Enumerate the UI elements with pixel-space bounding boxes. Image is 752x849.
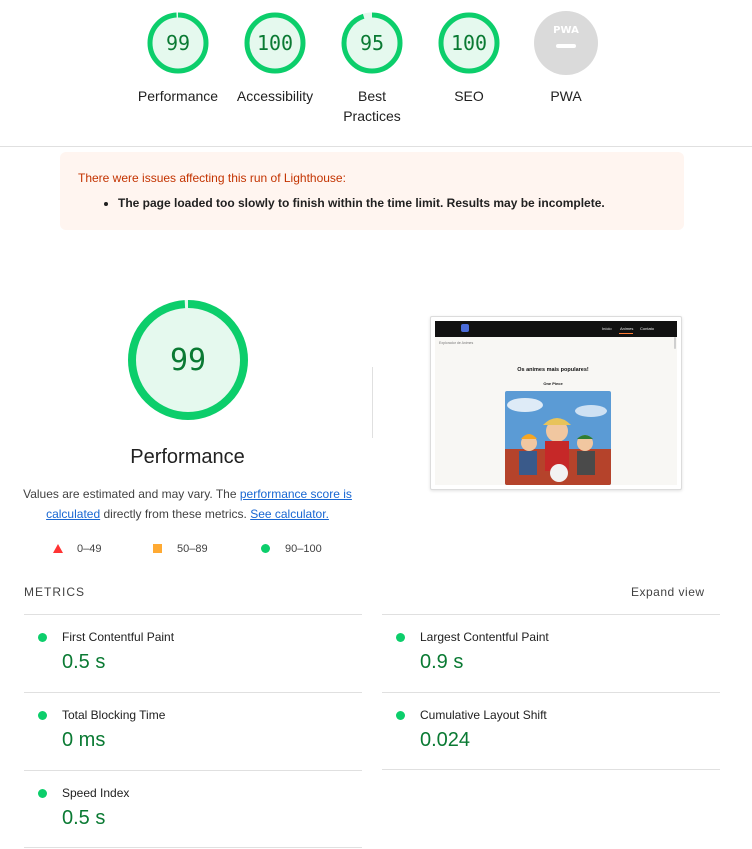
gauge-label: Accessibility xyxy=(236,88,314,104)
metric-lcp: Largest Contentful Paint 0.9 s xyxy=(382,614,720,692)
section-divider xyxy=(0,146,752,147)
metric-divider xyxy=(24,847,362,848)
metric-title: Largest Contentful Paint xyxy=(420,630,549,644)
gauge-label: Best Practices xyxy=(343,88,401,124)
gauge-ring: 100 xyxy=(244,12,306,74)
gauge-seo[interactable]: 100 SEO xyxy=(419,10,519,106)
thumb-nav-link: Contato xyxy=(640,326,655,331)
metric-cls: Cumulative Layout Shift 0.024 xyxy=(382,692,720,770)
gauge-label: PWA xyxy=(550,88,582,104)
metric-value: 0 ms xyxy=(62,729,106,751)
metric-value: 0.5 s xyxy=(62,651,106,673)
thumb-logo-icon xyxy=(461,324,469,332)
pass-circle-icon xyxy=(38,711,47,720)
gauge-label: Performance xyxy=(137,88,219,104)
metric-divider xyxy=(382,769,720,770)
performance-title: Performance xyxy=(130,446,245,468)
gauge-ring: 99 xyxy=(147,12,209,74)
gauge-score: 95 xyxy=(360,31,384,55)
gauge-score: 100 xyxy=(257,31,293,55)
gauge-label: SEO xyxy=(454,88,484,104)
gauge-pwa[interactable]: PWA PWA xyxy=(516,10,616,106)
score-gauges: 99 Performance 100 Accessibility 95 Best… xyxy=(0,0,752,146)
pwa-badge-text: PWA xyxy=(553,25,579,36)
thumb-scrollbar xyxy=(674,337,676,349)
pass-circle-icon xyxy=(38,789,47,798)
gauge-best-practices[interactable]: 95 Best Practices xyxy=(322,10,422,126)
metric-tbt: Total Blocking Time 0 ms xyxy=(24,692,362,770)
metric-title: Total Blocking Time xyxy=(62,708,166,722)
warning-title: There were issues affecting this run of … xyxy=(78,171,346,185)
performance-score: 99 xyxy=(170,343,206,378)
metric-title: First Contentful Paint xyxy=(62,630,175,644)
gauge-ring: 95 xyxy=(341,12,403,74)
metric-value: 0.9 s xyxy=(420,651,464,673)
thumb-breadcrumb: Explorador de Animes xyxy=(439,341,474,345)
screenshot-content: Início Animes Contato Explorador de Anim… xyxy=(435,321,677,485)
thumb-heading: Os animes mais populares! xyxy=(517,367,589,373)
warning-list: The page loaded too slowly to finish wit… xyxy=(78,195,666,211)
metric-title: Speed Index xyxy=(62,786,130,800)
average-square-icon xyxy=(153,544,162,553)
gauge-score: 99 xyxy=(166,31,190,55)
metric-value: 0.5 s xyxy=(62,807,106,829)
pass-circle-icon xyxy=(38,633,47,642)
pwa-badge-icon: PWA xyxy=(534,11,598,75)
vertical-divider xyxy=(372,367,373,438)
gauge-ring: 100 xyxy=(438,12,500,74)
warning-item: The page loaded too slowly to finish wit… xyxy=(118,195,666,211)
final-screenshot[interactable]: Início Animes Contato Explorador de Anim… xyxy=(430,316,682,490)
thumb-subheading: One Piece xyxy=(543,381,563,386)
score-legend: 0–49 50–89 90–100 xyxy=(20,542,355,556)
thumb-active-underline xyxy=(619,333,633,334)
gauge-score: 100 xyxy=(451,31,487,55)
desc-text: directly from these metrics. xyxy=(100,507,251,521)
legend-text: 50–89 xyxy=(177,543,208,555)
thumb-nav-link: Início xyxy=(602,326,612,331)
gauge-performance[interactable]: 99 Performance xyxy=(128,10,228,106)
performance-description: Values are estimated and may vary. The p… xyxy=(20,484,355,524)
thumb-navbar: Início Animes Contato xyxy=(435,321,677,337)
fail-triangle-icon xyxy=(53,544,63,553)
pass-circle-icon xyxy=(396,633,405,642)
legend-text: 0–49 xyxy=(77,543,102,555)
pass-circle-icon xyxy=(261,544,270,553)
performance-gauge: 99 xyxy=(128,300,248,420)
run-warning: There were issues affecting this run of … xyxy=(60,152,684,230)
gauge-accessibility[interactable]: 100 Accessibility xyxy=(225,10,325,106)
metrics-header: METRICS xyxy=(24,585,85,599)
legend-text: 90–100 xyxy=(285,543,322,555)
expand-view-toggle[interactable]: Expand view xyxy=(631,585,705,599)
desc-text: Values are estimated and may vary. The xyxy=(23,487,240,501)
calculator-link[interactable]: See calculator. xyxy=(250,507,329,521)
thumb-nav-link: Animes xyxy=(620,326,634,331)
metric-title: Cumulative Layout Shift xyxy=(420,708,547,722)
metric-fcp: First Contentful Paint 0.5 s xyxy=(24,614,362,692)
metric-value: 0.024 xyxy=(420,729,471,751)
metric-si: Speed Index 0.5 s xyxy=(24,770,362,848)
anime-poster-image xyxy=(505,391,611,485)
pass-circle-icon xyxy=(396,711,405,720)
